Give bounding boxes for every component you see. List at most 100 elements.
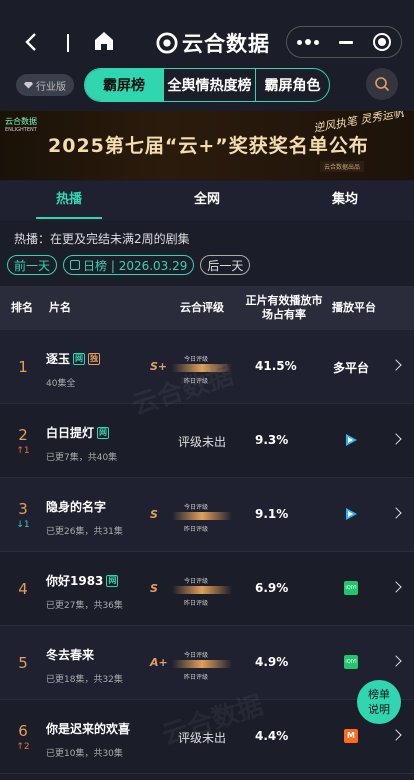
back-arrow-icon[interactable] [20, 30, 44, 54]
table-row[interactable]: 6 ↑2 你是迟来的欢喜 已更10集，共30集 评级未出 4.4% M [0, 700, 414, 774]
chevron-right-icon [390, 655, 402, 667]
grade-pending: 评级未出 [178, 435, 227, 449]
industry-edition-label: 行业版 [36, 81, 66, 93]
web-tag: 网 [106, 574, 119, 587]
tab-all-network[interactable]: 全网 [138, 181, 276, 221]
episode-info: 40集全 [46, 379, 76, 389]
table-header: 排名 片名 云合评级 正片有效播放市场占有率 播放平台 [0, 286, 414, 330]
enlightent-logo-icon [156, 32, 178, 54]
grade-cell: 评级未出 [150, 404, 250, 478]
grade-bar [172, 586, 232, 594]
episode-info: 已更27集，共36集 [46, 601, 123, 611]
tab-hot-airing[interactable]: 热播 [0, 181, 138, 221]
mgtv-icon: M [344, 729, 358, 743]
tab-public-opinion-heat[interactable]: 全舆情热度榜 [163, 69, 255, 101]
minimize-icon[interactable] [339, 40, 353, 44]
ranking-segment-control: 霸屏榜 全舆情热度榜 霸屏角色 [84, 68, 330, 102]
table-row[interactable]: 2 ↑1 白日提灯网 已更7集，共40集 评级未出 9.3% [0, 404, 414, 478]
episode-info: 已更7集，共40集 [46, 453, 118, 463]
drama-title: 白日提灯网 [46, 426, 110, 440]
grade-cell: S 今日评级 昨日评级 [150, 478, 250, 552]
market-share: 4.9% [255, 655, 289, 669]
next-day-button[interactable]: 后一天 [200, 255, 251, 275]
col-platform: 播放平台 [332, 301, 376, 314]
calendar-icon [70, 260, 81, 270]
drama-title: 你是迟来的欢喜 [46, 722, 131, 736]
home-icon[interactable] [92, 29, 116, 53]
banner-title: 2025第七届“云+”奖获奖名单公布 [48, 135, 369, 157]
episode-info: 已更18集，共32集 [46, 675, 123, 685]
table-row[interactable]: 5 冬去春来 已更18集，共32集 A+ 今日评级 昨日评级 4.9% iQIY… [0, 626, 414, 700]
miniapp-capsule [286, 26, 402, 58]
ranking-rules-button[interactable]: 榜单 说明 [357, 680, 401, 724]
grade-bar [172, 364, 232, 372]
tencent-video-icon [346, 434, 357, 446]
market-share: 9.1% [255, 507, 289, 521]
col-rank: 排名 [11, 301, 33, 314]
grade-cell: S+ 今日评级 昨日评级 [150, 330, 250, 404]
web-tag: 网 [97, 426, 110, 439]
col-title: 片名 [49, 301, 71, 314]
market-share: 6.9% [255, 581, 289, 595]
grade-letter: S [150, 508, 158, 521]
grade-letter: S [150, 582, 158, 595]
sub-tabs: 热播 全网 集均 [0, 181, 414, 221]
date-navigator: 前一天 日榜 | 2026.03.29 后一天 [7, 255, 251, 275]
col-share: 正片有效播放市场占有率 [245, 294, 323, 321]
more-dots-icon[interactable] [297, 39, 319, 45]
episode-info: 已更10集，共30集 [46, 749, 123, 759]
banner-logo: 云合数据 ENLIGHTENT [5, 117, 37, 133]
tencent-video-icon [346, 508, 357, 520]
search-icon [375, 77, 390, 92]
industry-edition-badge[interactable]: 行业版 [16, 74, 74, 96]
banner-sub: 云合数据出品 [319, 161, 364, 172]
grade-bar [172, 512, 232, 520]
chevron-right-icon [390, 581, 402, 593]
tab-dominance-chart[interactable]: 霸屏榜 [85, 69, 163, 101]
platform-text: 多平台 [333, 361, 370, 375]
search-button[interactable] [366, 68, 398, 100]
rank-trend: ↓1 [16, 520, 30, 530]
chevron-right-icon [390, 359, 402, 371]
grade-cell: 评级未出 [150, 700, 250, 774]
drama-title: 你好1983 网 [46, 574, 119, 588]
grade-cell: A+ 今日评级 昨日评级 [150, 626, 250, 700]
grade-letter: S+ [150, 360, 168, 373]
table-row[interactable]: 4 你好1983 网 已更27集，共36集 S 今日评级 昨日评级 6.9% iQ… [0, 552, 414, 626]
chevron-right-icon [390, 507, 402, 519]
close-circle-icon[interactable] [373, 33, 391, 51]
market-share: 9.3% [255, 433, 289, 447]
market-share: 4.4% [255, 729, 289, 743]
table-row[interactable]: 1 逐玉网独 40集全 S+ 今日评级 昨日评级 41.5% 多平台 [0, 330, 414, 404]
ranking-list: 1 逐玉网独 40集全 S+ 今日评级 昨日评级 41.5% 多平台 2 ↑1 白… [0, 330, 414, 774]
tab-dominance-role[interactable]: 霸屏角色 [255, 69, 329, 101]
grade-letter: A+ [150, 656, 168, 669]
iqiyi-icon: iQIYI [344, 655, 358, 669]
web-tag: 网 [73, 352, 86, 365]
drama-title: 冬去春来 [46, 648, 95, 662]
rank-number: 5 [18, 654, 28, 672]
grade-pending: 评级未出 [178, 731, 227, 745]
tab-episode-average[interactable]: 集均 [276, 181, 414, 221]
diamond-icon [24, 81, 33, 89]
prev-day-button[interactable]: 前一天 [7, 255, 58, 275]
rank-trend: ↑1 [16, 446, 30, 456]
drama-title: 逐玉网独 [46, 352, 101, 366]
drama-title: 隐身的名字 [46, 500, 107, 514]
rank-trend: ↑2 [16, 742, 30, 752]
chevron-right-icon [390, 729, 402, 741]
date-label: 日榜 | 2026.03.29 [83, 258, 188, 273]
award-banner[interactable]: 云合数据 ENLIGHTENT 2025第七届“云+”奖获奖名单公布 逆风执笔 灵… [0, 111, 414, 180]
table-row[interactable]: 3 ↓1 隐身的名字 已更26集，共31集 S 今日评级 昨日评级 9.1% [0, 478, 414, 552]
definition-note: 热播：在更及完结未满2周的剧集 [14, 232, 190, 246]
date-picker-button[interactable]: 日榜 | 2026.03.29 [63, 255, 195, 275]
divider [67, 34, 69, 52]
rank-number: 1 [18, 358, 28, 376]
market-share: 41.5% [255, 359, 297, 373]
app-brand: 云合数据 [156, 28, 270, 58]
exclusive-tag: 独 [88, 352, 101, 365]
rank-number: 2 ↑1 [16, 426, 30, 456]
rank-number: 4 [18, 580, 28, 598]
ranking-type-bar: 行业版 霸屏榜 全舆情热度榜 霸屏角色 [0, 68, 414, 112]
col-grade: 云合评级 [180, 301, 224, 314]
